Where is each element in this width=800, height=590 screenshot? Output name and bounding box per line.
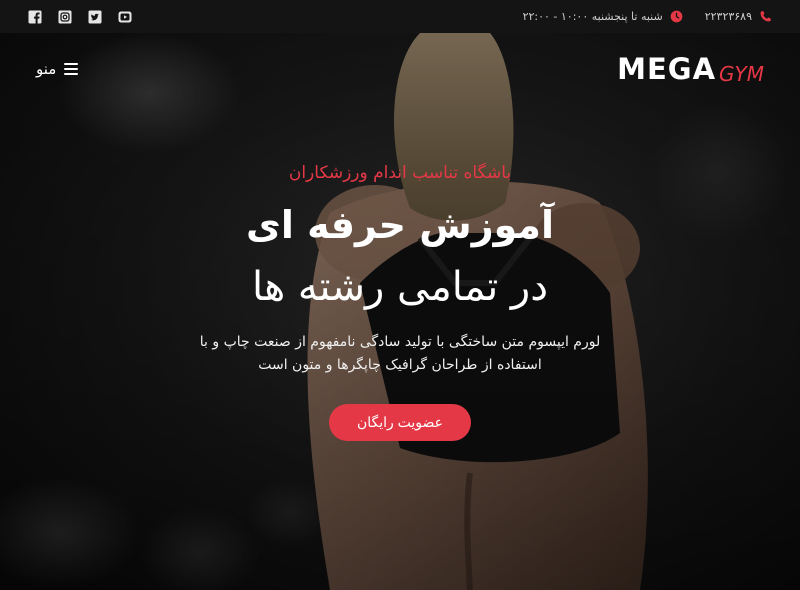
hours-contact: شنبه تا پنجشنبه ۱۰:۰۰ - ۲۲:۰۰	[523, 10, 683, 23]
hero-section: منو MEGA GYM باشگاه تناسب اندام ورزشکارا…	[0, 33, 800, 590]
hero-description: لورم ایپسوم متن ساختگی با تولید سادگی نا…	[199, 333, 601, 373]
hero-headline-primary: آموزش حرفه ای	[246, 203, 554, 247]
clock-icon	[670, 10, 683, 23]
youtube-icon[interactable]	[118, 10, 132, 24]
opening-hours: شنبه تا پنجشنبه ۱۰:۰۰ - ۲۲:۰۰	[522, 10, 663, 23]
facebook-icon[interactable]	[28, 10, 42, 24]
instagram-icon[interactable]	[58, 10, 72, 24]
contact-info: ۲۲۳۲۳۶۸۹ شنبه تا پنجشنبه ۱۰:۰۰ - ۲۲:۰۰	[523, 10, 772, 23]
social-links	[28, 10, 132, 24]
site-logo[interactable]: MEGA GYM	[617, 51, 764, 86]
top-bar: ۲۲۳۲۳۶۸۹ شنبه تا پنجشنبه ۱۰:۰۰ - ۲۲:۰۰	[0, 0, 800, 33]
hamburger-icon	[64, 63, 79, 75]
phone-contact[interactable]: ۲۲۳۲۳۶۸۹	[705, 10, 772, 23]
phone-icon	[760, 11, 771, 22]
menu-label: منو	[36, 60, 57, 78]
hero-headline-secondary: در تمامی رشته ها	[251, 263, 549, 310]
hero-content: باشگاه تناسب اندام ورزشکاران آموزش حرفه …	[0, 33, 800, 590]
page: ۲۲۳۲۳۶۸۹ شنبه تا پنجشنبه ۱۰:۰۰ - ۲۲:۰۰ م…	[0, 0, 800, 590]
hero-eyebrow: باشگاه تناسب اندام ورزشکاران	[288, 163, 512, 183]
logo-main-text: MEGA	[617, 51, 717, 86]
menu-button[interactable]: منو	[36, 60, 79, 78]
free-membership-button[interactable]: عضویت رایگان	[329, 403, 471, 441]
navbar: منو MEGA GYM	[0, 33, 800, 105]
logo-sub-text: GYM	[719, 61, 764, 86]
twitter-icon[interactable]	[88, 10, 102, 24]
phone-number: ۲۲۳۲۳۶۸۹	[704, 10, 752, 23]
